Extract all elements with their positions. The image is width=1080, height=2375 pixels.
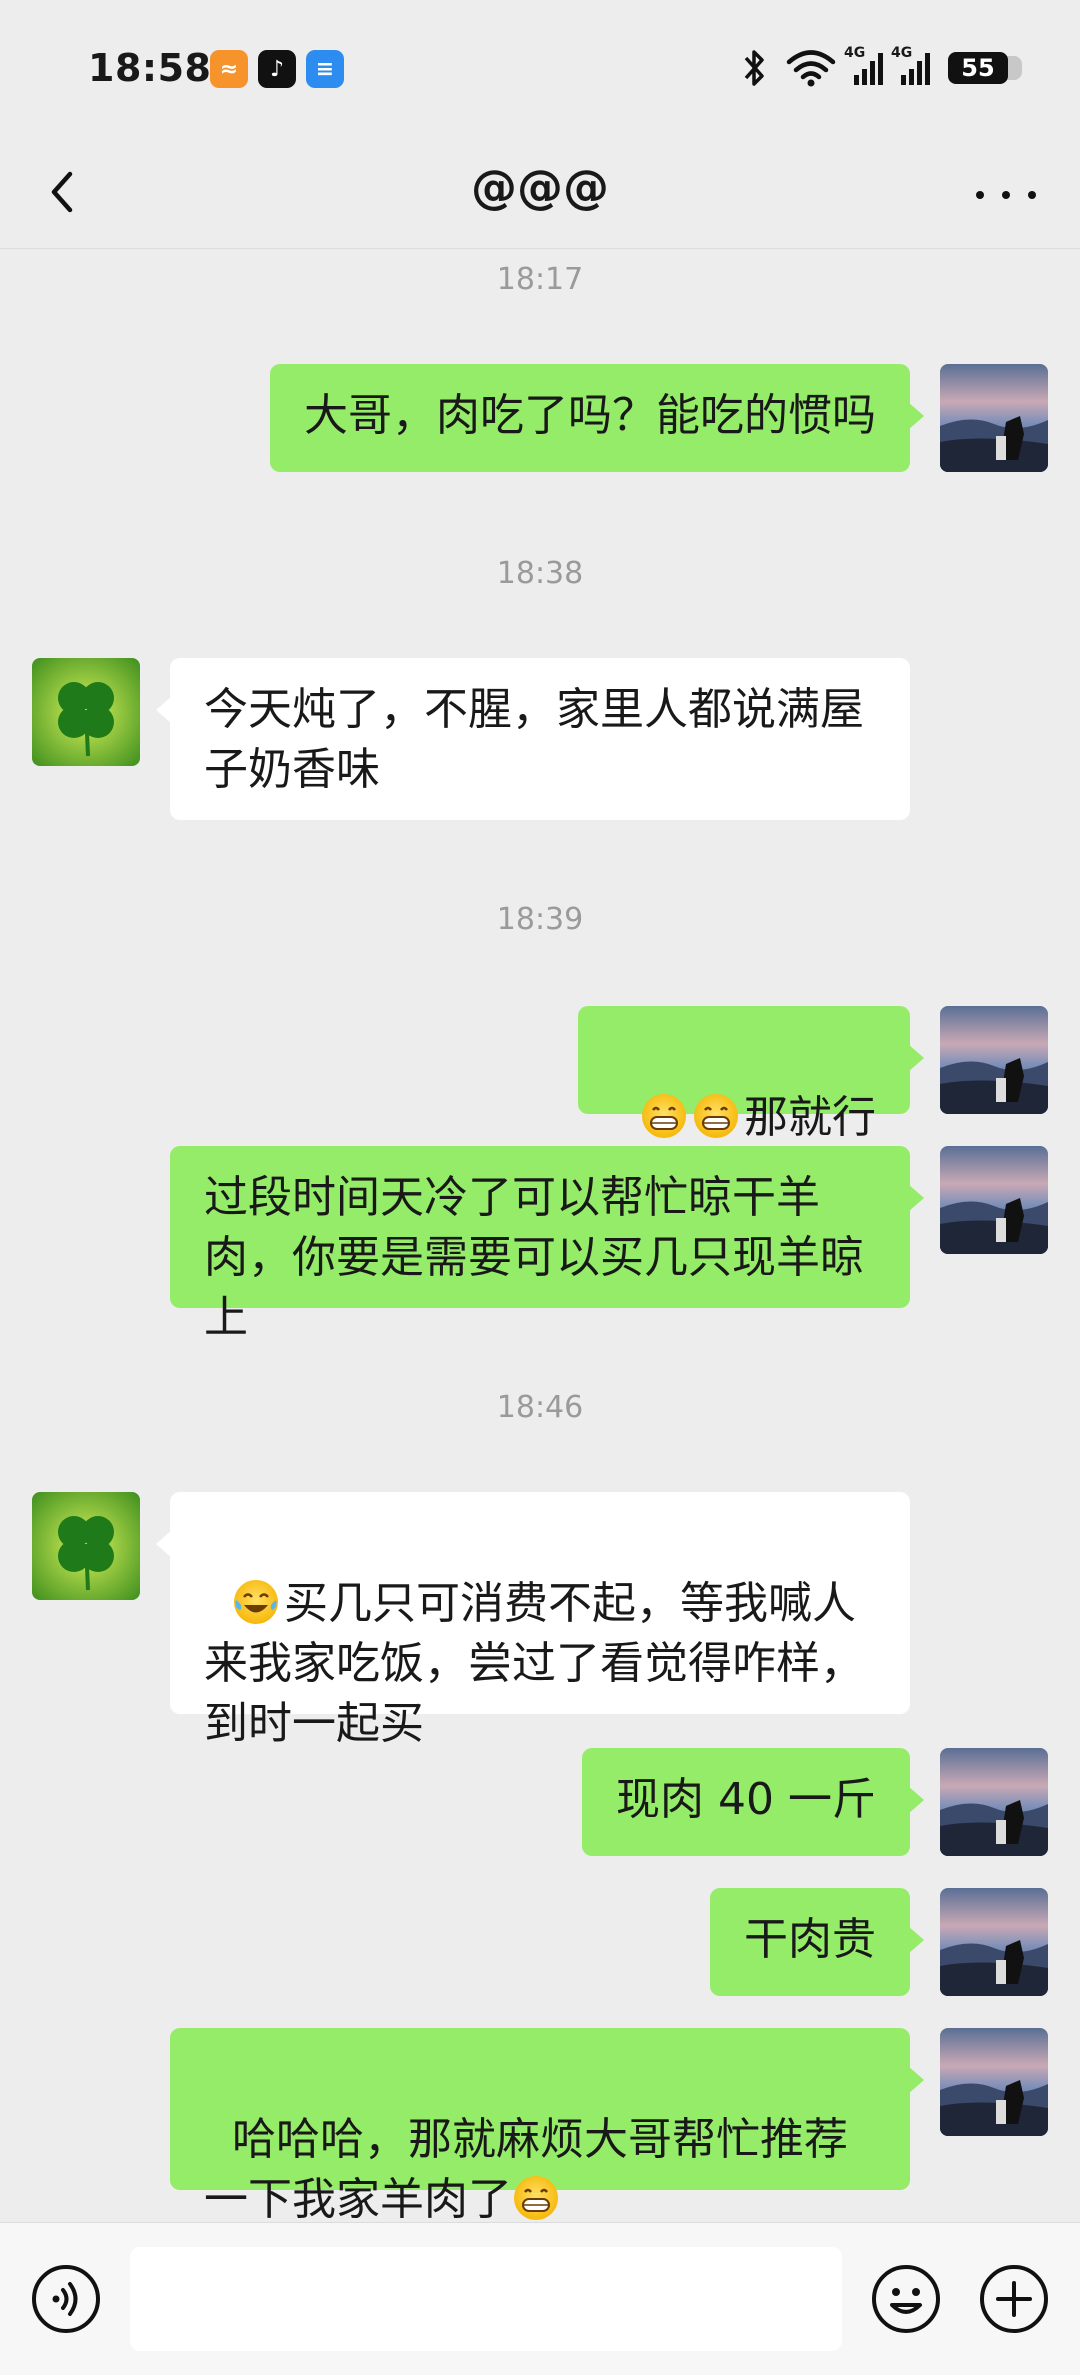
wifi-icon [786, 50, 836, 87]
bluetooth-icon [744, 50, 764, 86]
more-dot-icon [976, 191, 984, 199]
signal-strength-icon-2: 4G [891, 45, 930, 85]
status-time: 18:58 [88, 46, 212, 90]
plus-circle-icon [980, 2265, 1048, 2333]
timestamp: 18:46 [496, 1390, 584, 1425]
grin-emoji-icon [642, 1094, 686, 1138]
tears-of-joy-emoji-icon [233, 1580, 278, 1624]
message-bubble-sent[interactable]: 哈哈哈，那就麻烦大哥帮忙推荐一下我家羊肉了 [170, 2028, 924, 2225]
avatar-contact[interactable] [32, 658, 140, 766]
message-input[interactable] [130, 2247, 842, 2351]
smiley-icon [872, 2265, 940, 2333]
tiktok-icon: ♪ [258, 50, 296, 88]
layers-app-icon: ≡ [306, 50, 344, 88]
network-type-label-2: 4G [891, 45, 913, 61]
avatar-self[interactable] [940, 1146, 1048, 1254]
avatar-self[interactable] [940, 1748, 1048, 1856]
timestamp: 18:38 [496, 556, 584, 591]
avatar-self[interactable] [940, 1006, 1048, 1114]
message-bubble-received[interactable]: 买几只可消费不起，等我喊人来我家吃饭，尝过了看觉得咋样，到时一起买 [156, 1492, 910, 1749]
signal-strength-icon-1: 4G [844, 45, 883, 85]
timestamp: 18:17 [496, 262, 584, 297]
network-type-label-1: 4G [844, 45, 866, 61]
avatar-self[interactable] [940, 1888, 1048, 1996]
avatar-self[interactable] [940, 2028, 1048, 2136]
emoji-button[interactable] [870, 2263, 942, 2335]
grin-emoji-icon [694, 1094, 738, 1138]
voice-input-button[interactable] [30, 2263, 102, 2335]
battery-level: 55 [961, 54, 995, 82]
chat-header: @@@ [0, 140, 1080, 249]
timestamp: 18:39 [496, 902, 584, 937]
message-bubble-sent[interactable]: 那就行 [578, 1006, 924, 1143]
message-bubble-sent[interactable]: 过段时间天冷了可以帮忙晾干羊肉，你要是需要可以买几只现羊晾上 [170, 1146, 924, 1343]
chat-title: @@@ [471, 160, 609, 214]
more-options-button[interactable] [976, 170, 1036, 220]
message-bubble-received[interactable]: 今天炖了，不腥，家里人都说满屋子奶香味 [156, 658, 910, 820]
input-bar [0, 2222, 1080, 2375]
message-bubble-sent[interactable]: 大哥，肉吃了吗？能吃的惯吗 [270, 364, 924, 472]
battery-icon: 55 [948, 52, 1022, 84]
more-functions-button[interactable] [978, 2263, 1050, 2335]
message-bubble-sent[interactable]: 现肉 40 一斤 [582, 1748, 924, 1856]
grin-emoji-icon [514, 2176, 558, 2220]
avatar-self[interactable] [940, 364, 1048, 472]
status-indicators: 4G 4G 55 [740, 45, 1022, 88]
message-bubble-sent[interactable]: 干肉贵 [710, 1888, 924, 1996]
message-text: 那就行 [744, 1092, 876, 1143]
avatar-contact[interactable] [32, 1492, 140, 1600]
status-bar: 18:58 ≈ ♪ ≡ 4G 4G 55 [0, 0, 1080, 140]
voice-icon [32, 2265, 100, 2333]
notification-app-icon-orange: ≈ [210, 50, 248, 88]
message-text: 买几只可消费不起，等我喊人来我家吃饭，尝过了看觉得咋样，到时一起买 [204, 1578, 864, 1749]
